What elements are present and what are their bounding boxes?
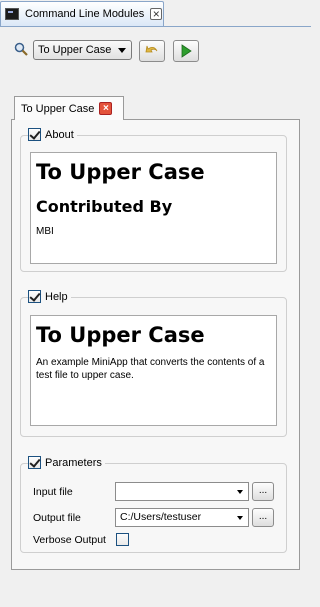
input-file-label: Input file bbox=[33, 486, 73, 498]
run-icon bbox=[181, 44, 192, 58]
help-textbox: To Upper Case An example MiniApp that co… bbox=[30, 315, 277, 426]
output-browse-button[interactable]: ... bbox=[252, 508, 274, 527]
about-checkbox[interactable] bbox=[28, 128, 41, 141]
help-group-title: Help bbox=[28, 290, 71, 303]
module-select[interactable]: To Upper Case bbox=[33, 40, 132, 60]
contributor-text: MBI bbox=[36, 226, 54, 237]
output-file-label: Output file bbox=[33, 512, 81, 524]
help-checkbox[interactable] bbox=[28, 290, 41, 303]
about-textbox: To Upper Case Contributed By MBI bbox=[30, 152, 277, 264]
parameters-label: Parameters bbox=[45, 456, 102, 469]
verbose-output-checkbox[interactable] bbox=[116, 533, 129, 546]
module-select-value: To Upper Case bbox=[38, 44, 112, 56]
search-icon bbox=[14, 42, 28, 56]
output-file-value: C:/Users/testuser bbox=[120, 511, 202, 523]
chevron-down-icon bbox=[237, 490, 243, 494]
command-line-modules-tab[interactable]: Command Line Modules × bbox=[0, 1, 164, 26]
input-file-select[interactable] bbox=[115, 482, 249, 501]
about-group-title: About bbox=[28, 128, 77, 141]
about-heading: To Upper Case bbox=[36, 160, 205, 184]
module-tab-label: To Upper Case bbox=[21, 102, 95, 115]
chevron-down-icon bbox=[237, 516, 243, 520]
verbose-output-label: Verbose Output bbox=[33, 534, 106, 546]
parameters-group-title: Parameters bbox=[28, 456, 105, 469]
to-upper-case-tab[interactable]: To Upper Case × bbox=[14, 96, 124, 120]
about-label: About bbox=[45, 128, 74, 141]
terminal-icon bbox=[5, 8, 19, 20]
tab-divider bbox=[0, 26, 311, 27]
undo-button[interactable] bbox=[139, 40, 165, 62]
help-text: An example MiniApp that converts the con… bbox=[36, 357, 265, 381]
input-browse-button[interactable]: ... bbox=[252, 482, 274, 501]
close-module-tab-icon[interactable]: × bbox=[99, 102, 113, 115]
parameters-checkbox[interactable] bbox=[28, 456, 41, 469]
output-file-select[interactable]: C:/Users/testuser bbox=[115, 508, 249, 527]
help-heading: To Upper Case bbox=[36, 323, 205, 347]
run-button[interactable] bbox=[173, 40, 199, 62]
tab-title: Command Line Modules bbox=[25, 8, 145, 20]
close-tab-icon[interactable]: × bbox=[150, 8, 163, 20]
chevron-down-icon bbox=[118, 48, 126, 53]
help-label: Help bbox=[45, 290, 68, 303]
contributed-by-heading: Contributed By bbox=[36, 197, 173, 216]
undo-icon bbox=[145, 45, 158, 53]
